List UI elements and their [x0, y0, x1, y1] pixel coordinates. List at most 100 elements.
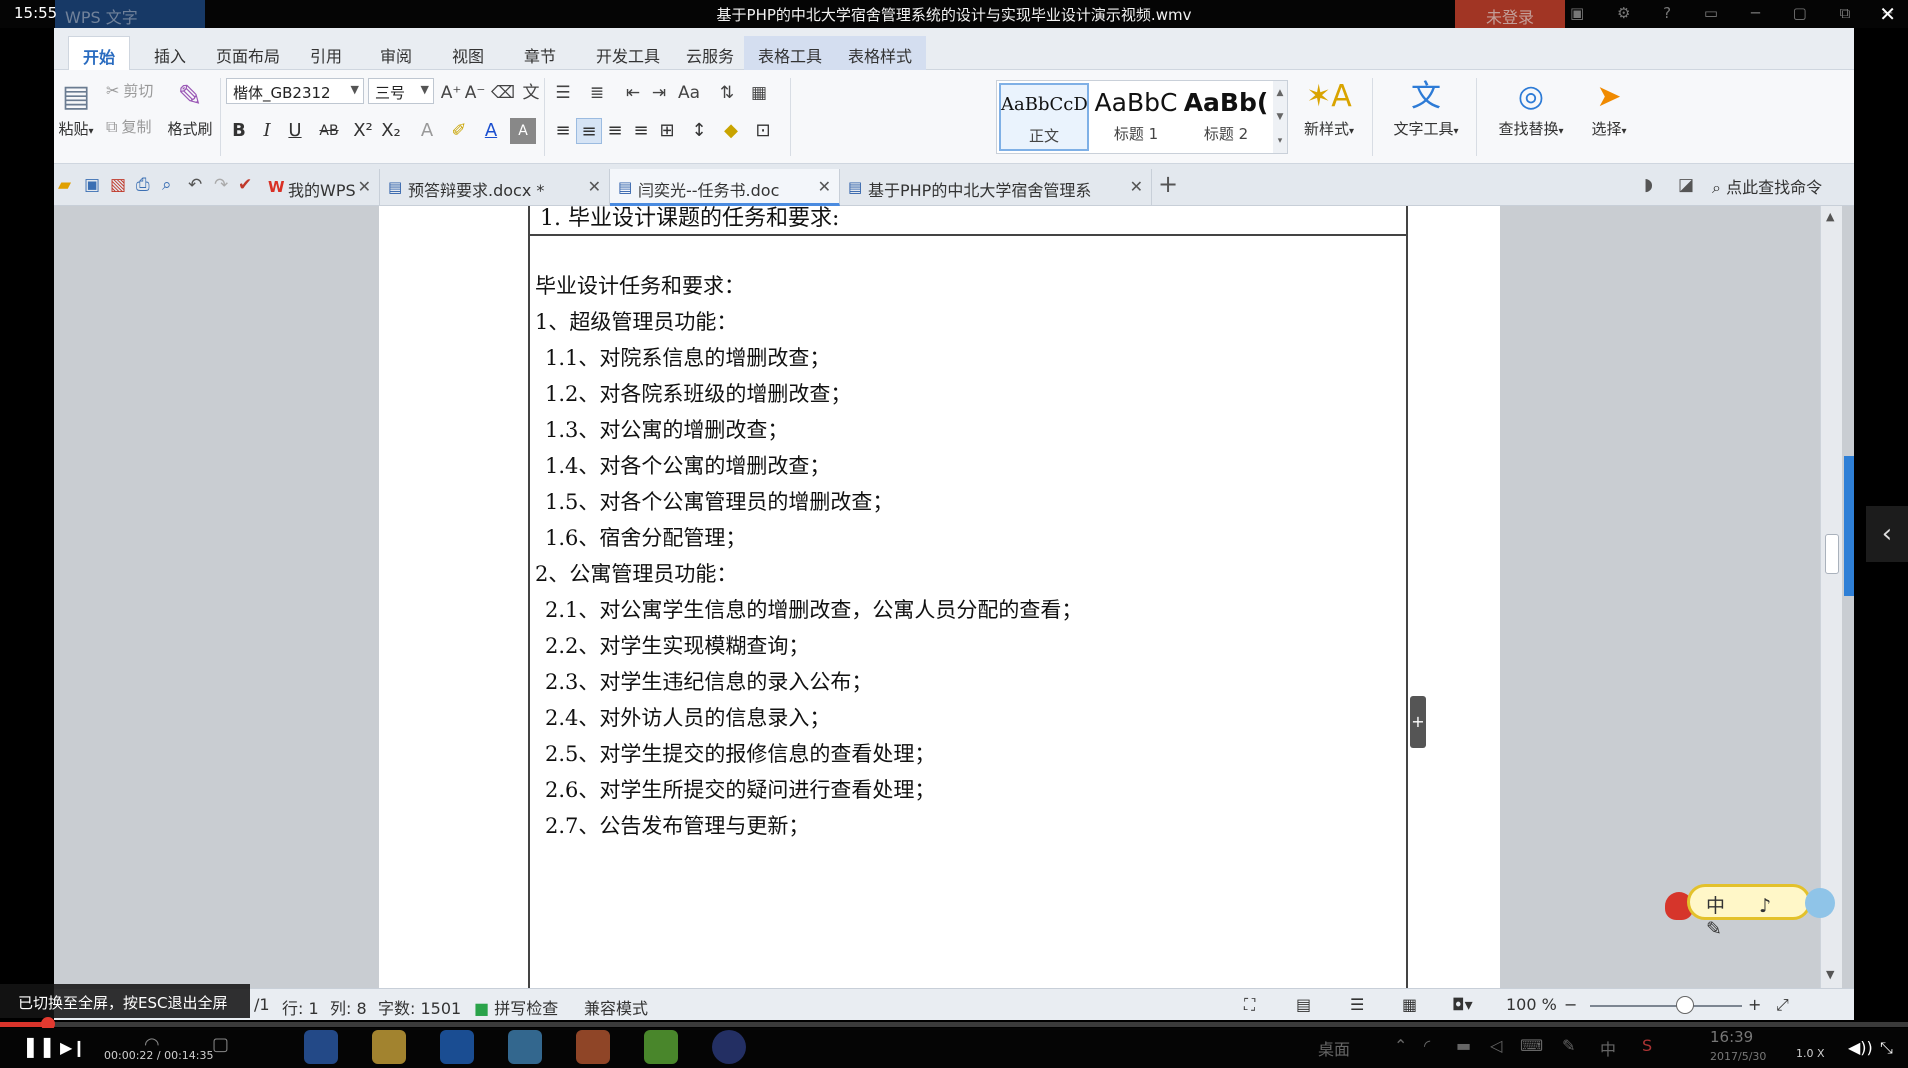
subscript-button[interactable]: X₂	[378, 118, 404, 144]
new-tab-icon[interactable]: +	[1158, 170, 1178, 198]
export-pdf-icon[interactable]: ▧	[110, 175, 126, 195]
web-view-icon[interactable]: ▦	[1402, 995, 1417, 1014]
style-heading-2[interactable]: AaBb(标题 2	[1181, 83, 1271, 151]
italic-button[interactable]: I	[254, 118, 280, 144]
fit-page-icon[interactable]: ⤢	[1776, 995, 1789, 1015]
spellcheck-toggle[interactable]: ■ 拼写检查	[474, 995, 558, 1019]
scroll-up-icon[interactable]: ▲	[1826, 210, 1834, 223]
zoom-level[interactable]: 100 %	[1506, 995, 1557, 1014]
doc-tab-task-book[interactable]: ▤ 闫奕光--任务书.doc ✕	[610, 169, 840, 206]
tab-chapter[interactable]: 章节	[510, 36, 570, 70]
close-icon[interactable]: ✕	[1130, 177, 1143, 196]
close-icon[interactable]: ✕	[588, 177, 601, 196]
headphone-icon[interactable]: ◠	[144, 1034, 160, 1055]
video-progress-bar[interactable]	[0, 1017, 1908, 1031]
redo-icon[interactable]: ↷	[214, 175, 228, 195]
scrollbar-thumb[interactable]	[1825, 534, 1839, 574]
taskbar-app-icon[interactable]	[712, 1030, 746, 1064]
document-page[interactable]: 1. 毕业设计课题的任务和要求: 毕业设计任务和要求： 1、超级管理员功能： 1…	[379, 206, 1500, 988]
cut-button[interactable]: ✂ 剪切	[106, 80, 153, 101]
window-mode-icon[interactable]: ▢	[212, 1034, 229, 1055]
tab-cloud-service[interactable]: 云服务	[672, 36, 748, 70]
distribute-icon[interactable]: ⊞	[654, 118, 680, 144]
change-case-icon[interactable]: Aa	[676, 80, 702, 106]
taskbar-desktop[interactable]: 桌面	[1318, 1036, 1350, 1060]
grow-font-button[interactable]: A⁺	[438, 80, 464, 106]
doc-tab-php-system[interactable]: ▤基于PHP的中北大学宿舍管理系统.doc✕	[840, 169, 1152, 224]
tray-ime[interactable]: 中	[1600, 1036, 1616, 1060]
wifi-icon[interactable]: ◜	[1424, 1036, 1430, 1055]
side-panel-edge[interactable]	[1844, 456, 1854, 596]
close-icon[interactable]: ✕	[818, 177, 831, 196]
player-close-icon[interactable]: ✕	[1879, 2, 1896, 26]
chevron-left-icon[interactable]: ‹	[1866, 506, 1908, 562]
exit-fullscreen-icon[interactable]: ⤡	[1880, 1038, 1893, 1058]
next-icon[interactable]: ▶❙	[60, 1038, 86, 1057]
volume-icon[interactable]: ◀))	[1848, 1038, 1873, 1057]
pen-icon[interactable]: ✎	[1562, 1036, 1575, 1055]
phonetic-guide-icon[interactable]: 文	[518, 80, 544, 106]
zoom-out-icon[interactable]: −	[1564, 995, 1577, 1014]
decrease-indent-icon[interactable]: ⇤	[620, 80, 646, 106]
doc-tab-my-wps[interactable]: W 我的WPS ✕	[260, 169, 380, 206]
tab-developer[interactable]: 开发工具	[582, 36, 674, 70]
close-icon[interactable]: ✕	[358, 177, 371, 196]
zoom-slider[interactable]	[1590, 1005, 1742, 1007]
print-preview-icon[interactable]: ⌕	[162, 175, 172, 195]
volume-icon[interactable]: ◁	[1490, 1036, 1502, 1055]
ime-toolbar[interactable]: 中 ♪ ✎	[1665, 880, 1835, 940]
open-folder-icon[interactable]: ▰	[58, 175, 71, 195]
select-button[interactable]: ➤ 选择▾	[1582, 76, 1636, 139]
zoom-slider-handle[interactable]	[1676, 996, 1694, 1014]
shrink-font-button[interactable]: A⁻	[462, 80, 488, 106]
tab-references[interactable]: 引用	[296, 36, 356, 70]
new-style-button[interactable]: ✶A 新样式▾	[1296, 76, 1362, 139]
doc-tab-defense-requirements[interactable]: ▤ 预答辩要求.docx * ✕	[380, 169, 610, 206]
font-color-icon[interactable]: A	[478, 118, 504, 144]
superscript-button[interactable]: X²	[350, 118, 376, 144]
strikethrough-button[interactable]: AB	[316, 118, 342, 144]
font-name-select[interactable]: 楷体_GB2312 ▼	[226, 78, 364, 104]
zoom-in-icon[interactable]: +	[1748, 995, 1761, 1014]
vertical-scrollbar[interactable]: ▲ ▼	[1820, 206, 1842, 988]
scroll-down-icon[interactable]: ▼	[1826, 968, 1834, 981]
network-icon[interactable]: ▬	[1456, 1036, 1471, 1055]
tab-home[interactable]: 开始	[68, 36, 131, 70]
taskbar-folder-icon[interactable]	[372, 1030, 406, 1064]
tab-view[interactable]: 视图	[438, 36, 498, 70]
sort-icon[interactable]: ⇅	[714, 80, 740, 106]
share-icon[interactable]: ◪	[1678, 175, 1694, 195]
tab-table-style[interactable]: 表格样式	[834, 36, 927, 70]
undo-icon[interactable]: ↶	[188, 175, 202, 195]
keyboard-icon[interactable]: ⌨	[1520, 1036, 1543, 1055]
paragraph-shading-icon[interactable]: ◆	[718, 118, 744, 144]
taskbar-app-icon[interactable]	[644, 1030, 678, 1064]
underline-button[interactable]: U	[282, 118, 308, 144]
outline-view-icon[interactable]: ☰	[1350, 995, 1364, 1014]
highlight-icon[interactable]: ✐	[446, 118, 472, 144]
playback-speed[interactable]: 1.0 X	[1796, 1047, 1825, 1060]
tray-expand-icon[interactable]: ⌃	[1394, 1036, 1407, 1055]
align-center-icon[interactable]: ≡	[576, 118, 602, 144]
style-normal[interactable]: AaBbCcD 正文	[999, 83, 1089, 151]
tab-review[interactable]: 审阅	[366, 36, 426, 70]
text-effect-icon[interactable]: A	[414, 118, 440, 144]
tab-page-layout[interactable]: 页面布局	[202, 36, 294, 70]
status-wordcount[interactable]: 字数: 1501	[378, 995, 461, 1019]
bold-button[interactable]: B	[226, 118, 252, 144]
table-add-row-handle[interactable]: +	[1410, 696, 1426, 748]
clear-format-icon[interactable]: ⌫	[490, 80, 516, 106]
sogou-icon[interactable]: S	[1642, 1036, 1652, 1055]
borders-icon[interactable]: ⊡	[750, 118, 776, 144]
style-heading-1[interactable]: AaBbC 标题 1	[1091, 83, 1181, 151]
paste-button[interactable]: ▤ 粘贴▾	[58, 76, 94, 139]
increase-indent-icon[interactable]: ⇥	[646, 80, 672, 106]
taskbar-app-icon[interactable]	[576, 1030, 610, 1064]
gallery-scroll-icon[interactable]: ▲ ▼ ▾	[1273, 81, 1287, 153]
command-search[interactable]: ⌕ 点此查找命令	[1712, 174, 1822, 198]
text-tools-button[interactable]: 文 文字工具▾	[1384, 76, 1468, 139]
numbered-list-icon[interactable]: ≣	[584, 80, 610, 106]
tab-table-tools[interactable]: 表格工具	[744, 36, 837, 70]
pause-icon[interactable]: ❚❚	[22, 1034, 56, 1058]
reading-mode-icon[interactable]: ◘▾	[1452, 995, 1473, 1014]
